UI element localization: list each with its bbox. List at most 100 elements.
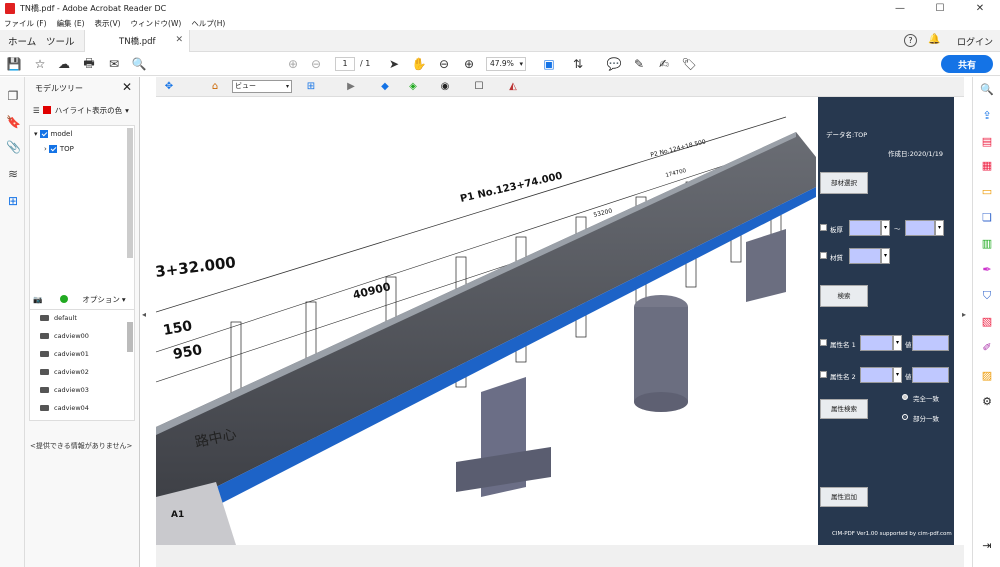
list-item[interactable]: cadview03 — [40, 386, 89, 394]
customize-tools-icon[interactable]: ⚙ — [979, 395, 995, 409]
view-list-scrollbar[interactable] — [127, 322, 133, 352]
menu-window[interactable]: ウィンドウ(W) — [131, 18, 182, 29]
search-button[interactable]: 検索 — [820, 285, 868, 307]
tag-icon[interactable]: 🏷 — [681, 56, 697, 72]
sign-icon[interactable]: ✍ — [656, 56, 672, 72]
page-down-icon[interactable]: ⊖ — [308, 56, 324, 72]
comment-tool-icon[interactable]: ▭ — [979, 185, 995, 199]
model-tree-icon[interactable]: ⊞ — [6, 194, 20, 208]
thickness-checkbox[interactable] — [820, 224, 827, 231]
page-up-icon[interactable]: ⊕ — [285, 56, 301, 72]
export-pdf-icon[interactable]: ⇪ — [979, 109, 995, 123]
menu-view[interactable]: 表示(V) — [95, 18, 121, 29]
tree-node-model[interactable]: ▾ model — [34, 130, 72, 138]
pages-icon[interactable]: ❐ — [6, 89, 20, 103]
highlight-color-select[interactable]: ☰ ハイライト表示の色 ▾ — [33, 103, 137, 117]
fit-page-icon[interactable]: ▣ — [541, 56, 557, 72]
member-select-button[interactable]: 部材選択 — [820, 172, 868, 194]
zoom-in-icon[interactable]: ⊕ — [461, 56, 477, 72]
menu-edit[interactable]: 編集 (E) — [57, 18, 85, 29]
upload-cloud-icon[interactable]: ☁ — [56, 56, 72, 72]
attr1-name-field[interactable] — [860, 335, 893, 351]
tab-tools[interactable]: ツール — [46, 34, 75, 48]
print-icon[interactable]: 🖶 — [81, 56, 97, 72]
highlight-pen-icon[interactable]: ✎ — [631, 56, 647, 72]
home-view-icon[interactable]: ⌂ — [208, 80, 222, 94]
chevron-down-icon[interactable]: ▾ — [893, 367, 902, 383]
material-field[interactable] — [849, 248, 881, 264]
3d-model-canvas[interactable]: 3+32.000 P1 No.123+74.000 P2 No.124+18.5… — [156, 97, 818, 545]
attr1-checkbox[interactable] — [820, 339, 827, 346]
attachments-icon[interactable]: 📎 — [6, 140, 21, 154]
list-item[interactable]: default — [40, 314, 77, 322]
attr2-checkbox[interactable] — [820, 371, 827, 378]
chevron-down-icon[interactable]: ▾ — [34, 130, 38, 138]
close-icon[interactable]: ✕ — [122, 80, 132, 94]
list-item[interactable]: cadview02 — [40, 368, 89, 376]
login-link[interactable]: ログイン — [957, 35, 993, 48]
zoom-icon[interactable]: 🔍 — [979, 83, 995, 97]
collapse-right-icon[interactable]: ▸ — [962, 310, 966, 319]
chevron-right-icon[interactable]: › — [44, 145, 47, 153]
tab-document[interactable]: TN橋.pdf ✕ — [84, 30, 190, 52]
green-dot-icon[interactable] — [60, 295, 69, 303]
material-checkbox[interactable] — [820, 252, 827, 259]
optimize-pdf-icon[interactable]: ▧ — [979, 315, 995, 329]
fill-sign-icon[interactable]: ✒ — [979, 263, 995, 277]
tab-home[interactable]: ホーム — [8, 34, 36, 48]
layers-icon[interactable]: ≋ — [6, 167, 20, 181]
page-number-input[interactable]: 1 — [335, 57, 355, 71]
help-button[interactable]: ? — [904, 34, 917, 47]
partial-match-radio[interactable] — [902, 414, 908, 420]
search-icon[interactable]: 🔍 — [131, 56, 147, 72]
attr2-value-field[interactable] — [912, 367, 949, 383]
edit-pdf-icon[interactable]: ▦ — [979, 159, 995, 173]
collapse-left-icon[interactable]: ◂ — [142, 310, 146, 319]
cross-section-icon[interactable]: ☐ — [472, 80, 486, 94]
combine-files-icon[interactable]: ❏ — [979, 211, 995, 225]
hand-tool-icon[interactable]: ✋ — [411, 56, 427, 72]
scroll-mode-icon[interactable]: ⇅ — [570, 56, 586, 72]
thickness-min-field[interactable] — [849, 220, 881, 236]
rotate-tool-icon[interactable]: ✥ — [162, 80, 176, 94]
protect-icon[interactable]: ⛉ — [979, 289, 995, 303]
tree-scrollbar[interactable] — [127, 128, 133, 258]
list-item[interactable]: cadview04 — [40, 404, 89, 412]
list-item[interactable]: cadview00 — [40, 332, 89, 340]
create-pdf-icon[interactable]: ▤ — [979, 135, 995, 149]
close-window-button[interactable]: ✕ — [960, 0, 1000, 16]
chevron-down-icon[interactable]: ▾ — [881, 220, 890, 236]
model-tree-toggle-icon[interactable]: ⊞ — [304, 80, 318, 94]
exact-match-radio[interactable] — [902, 394, 908, 400]
background-color-icon[interactable]: ◉ — [438, 80, 452, 94]
tree-node-top[interactable]: › TOP — [44, 145, 74, 153]
play-animation-icon[interactable]: ▶ — [344, 80, 358, 94]
attribute-add-button[interactable]: 属性追加 — [820, 487, 868, 507]
chevron-down-icon[interactable]: ▾ — [881, 248, 890, 264]
zoom-out-icon[interactable]: ⊖ — [436, 56, 452, 72]
send-sign-icon[interactable]: ✐ — [979, 341, 995, 355]
comment-icon[interactable]: 💬 — [606, 56, 622, 72]
zoom-level-select[interactable]: 47.9% — [486, 57, 526, 71]
thickness-max-field[interactable] — [905, 220, 935, 236]
view-select[interactable]: ビュー — [232, 80, 292, 93]
email-icon[interactable]: ✉ — [106, 56, 122, 72]
render-mode-icon[interactable]: ◆ — [378, 80, 392, 94]
camera-icon[interactable]: 📷 — [33, 295, 42, 304]
menu-file[interactable]: ファイル (F) — [4, 18, 47, 29]
maximize-button[interactable]: ☐ — [920, 0, 960, 16]
bookmark-star-icon[interactable]: ☆ — [32, 56, 48, 72]
attr2-name-field[interactable] — [860, 367, 893, 383]
chevron-down-icon[interactable]: ▾ — [893, 335, 902, 351]
bookmarks-icon[interactable]: 🔖 — [6, 115, 21, 129]
organize-pages-icon[interactable]: ▥ — [979, 237, 995, 251]
select-cursor-icon[interactable]: ➤ — [386, 56, 402, 72]
menu-help[interactable]: ヘルプ(H) — [191, 18, 225, 29]
chevron-down-icon[interactable]: ▾ — [935, 220, 944, 236]
checkbox-icon[interactable] — [39, 130, 48, 138]
list-item[interactable]: cadview01 — [40, 350, 89, 358]
minimize-button[interactable]: — — [880, 0, 920, 16]
close-tab-icon[interactable]: ✕ — [175, 35, 183, 45]
attribute-search-button[interactable]: 属性検索 — [820, 399, 868, 419]
checkbox-icon[interactable] — [48, 145, 57, 153]
